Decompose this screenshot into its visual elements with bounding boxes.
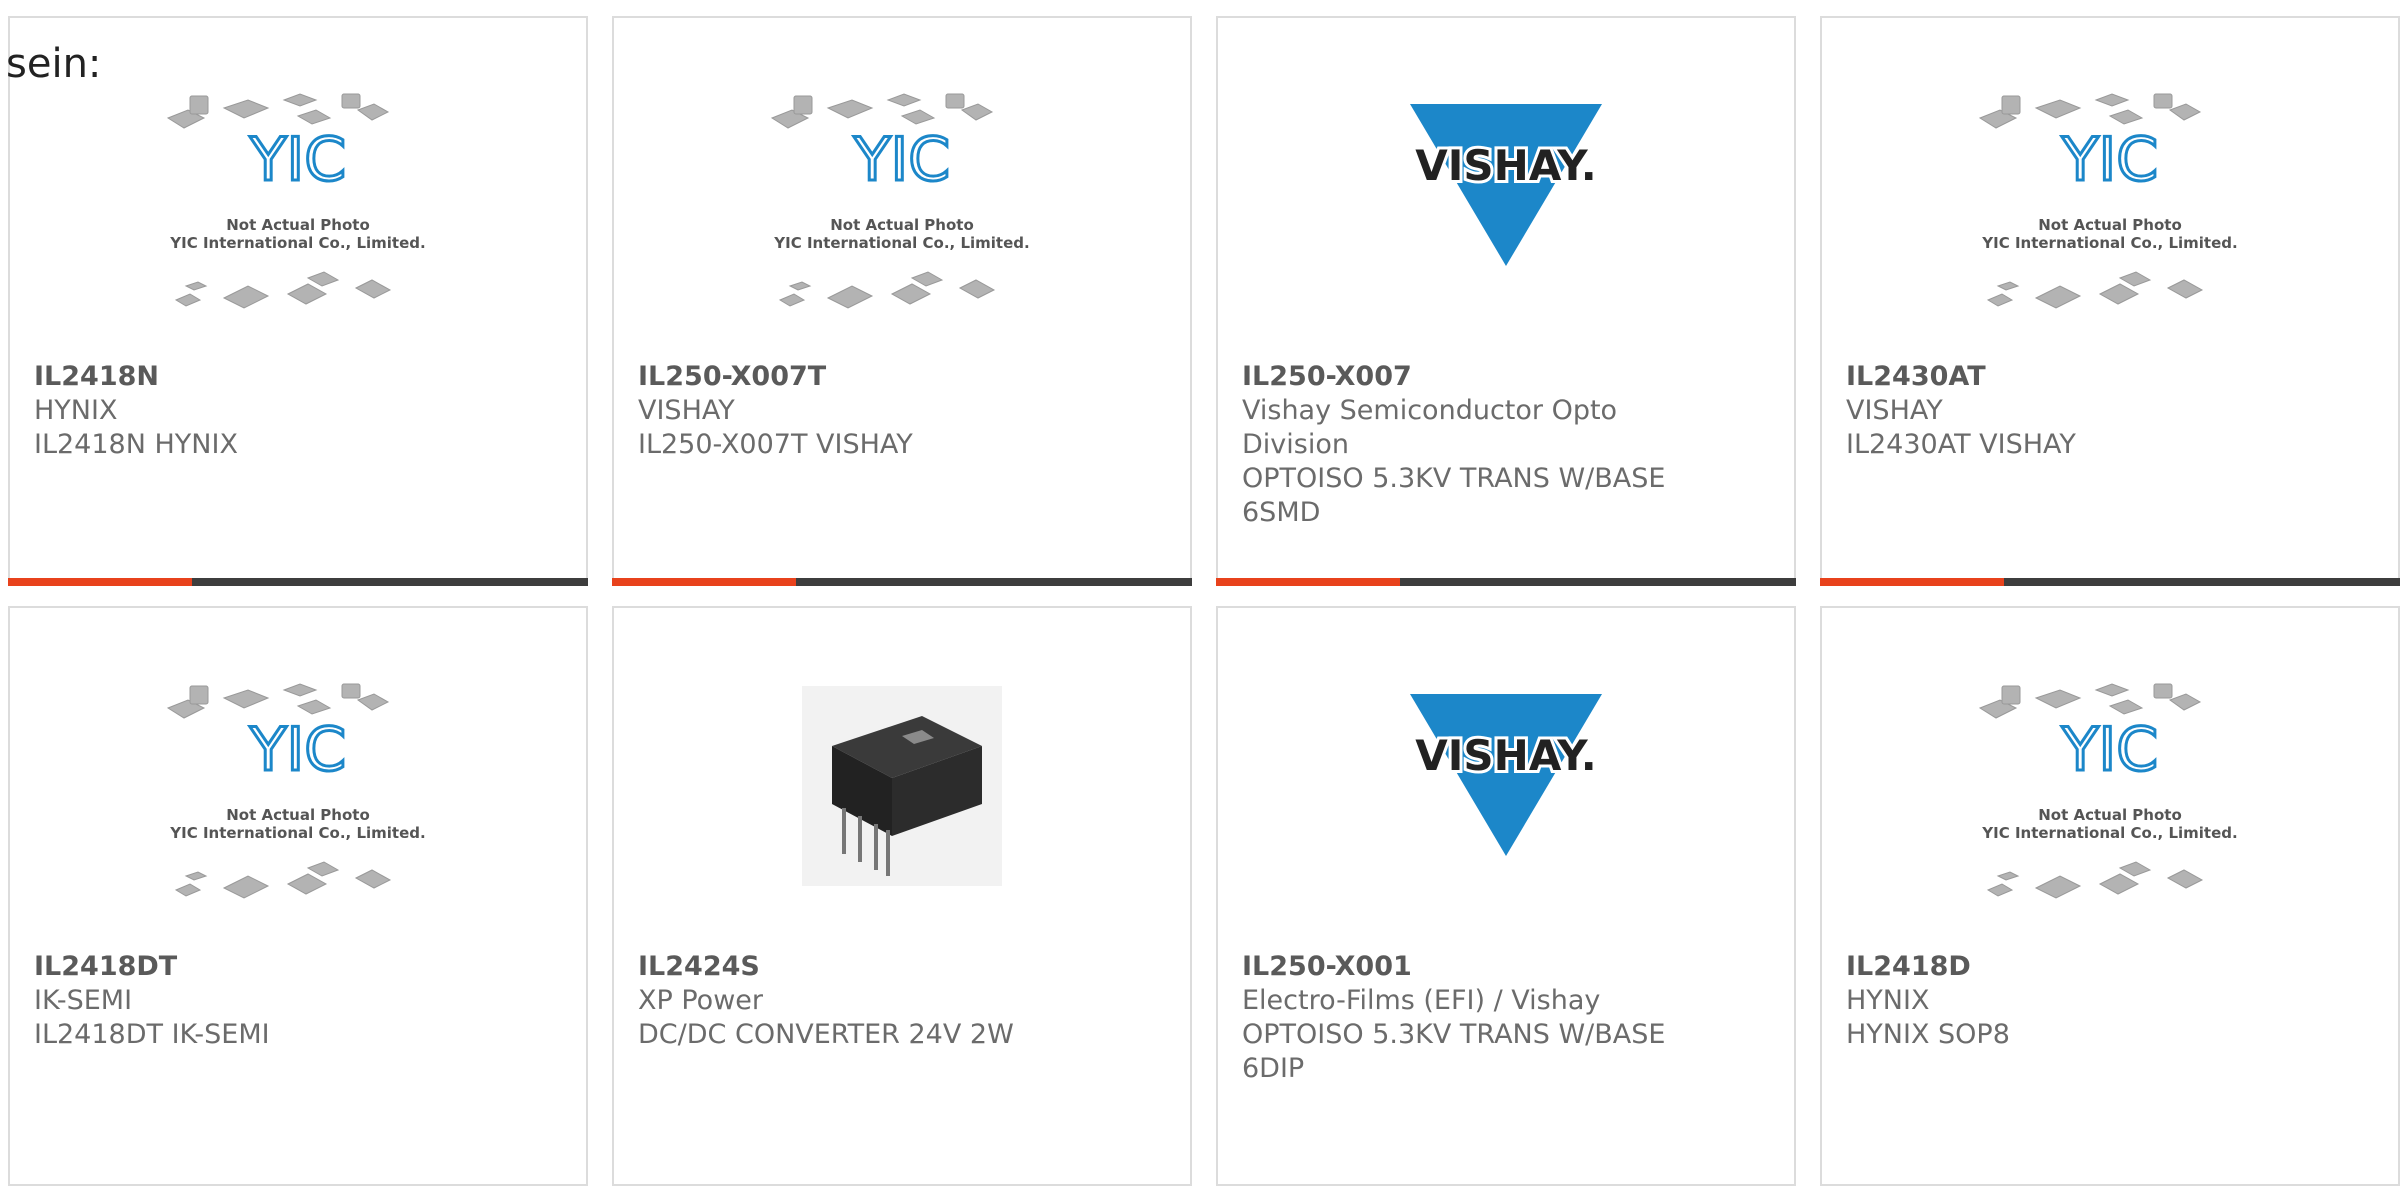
svg-text:YIC: YIC [2061,715,2158,785]
description: IL2418N HYNIX [34,429,238,460]
manufacturer: IK-SEMI [34,985,133,1016]
svg-text:VISHAY.: VISHAY. [1415,731,1596,780]
product-image: VISHAY. [1218,678,1794,958]
svg-text:Not Actual Photo: Not Actual Photo [226,806,370,824]
product-image: YIC Not Actual Photo YIC International C… [10,88,586,368]
product-image: YIC Not Actual Photo YIC International C… [10,678,586,958]
card-bar-accent [612,578,796,586]
manufacturer: Electro-Films (EFI) / Vishay [1242,985,1601,1016]
svg-text:Not Actual Photo: Not Actual Photo [226,216,370,234]
card-bar-accent [8,578,192,586]
product-image [614,678,1190,958]
part-number[interactable]: IL2418DT [34,950,562,984]
part-number[interactable]: IL250-X007T [638,360,1166,394]
svg-text:YIC International Co., Limited: YIC International Co., Limited. [169,234,425,252]
svg-text:YIC International Co., Limited: YIC International Co., Limited. [1981,824,2237,842]
yic-placeholder-icon: YIC Not Actual Photo YIC International C… [1978,93,2238,309]
description: OPTOISO 5.3KV TRANS W/BASE 6SMD [1242,463,1666,528]
product-card[interactable]: YIC Not Actual Photo YIC International C… [612,16,1192,586]
manufacturer: XP Power [638,985,763,1016]
product-image: YIC Not Actual Photo YIC International C… [1822,88,2398,368]
product-meta: IL2418DT IK-SEMI IL2418DT IK-SEMI [34,950,562,1052]
svg-text:YIC International Co., Limited: YIC International Co., Limited. [1981,234,2237,252]
part-number[interactable]: IL250-X007 [1242,360,1770,394]
description: IL250-X007T VISHAY [638,429,913,460]
description: IL2418DT IK-SEMI [34,1019,270,1050]
manufacturer: VISHAY [1846,395,1943,426]
svg-text:YIC: YIC [853,125,950,195]
card-bar [8,578,588,586]
description: HYNIX SOP8 [1846,1019,2010,1050]
product-meta: IL2418D HYNIX HYNIX SOP8 [1846,950,2374,1052]
part-number[interactable]: IL2418N [34,360,562,394]
yic-placeholder-icon: YIC Not Actual Photo YIC International C… [166,93,426,309]
manufacturer: Vishay Semiconductor Opto Division [1242,395,1618,460]
description: DC/DC CONVERTER 24V 2W [638,1019,1014,1050]
product-image: VISHAY. [1218,88,1794,368]
part-number[interactable]: IL2418D [1846,950,2374,984]
vishay-logo-icon: VISHAY. [1410,694,1602,856]
yic-placeholder-icon: YIC Not Actual Photo YIC International C… [1978,683,2238,899]
product-card[interactable]: VISHAY. IL250-X001 Electro-Films (EFI) /… [1216,606,1796,1186]
svg-text:YIC: YIC [2061,125,2158,195]
svg-text:Not Actual Photo: Not Actual Photo [830,216,974,234]
card-bar [1216,578,1796,586]
svg-text:YIC: YIC [249,125,346,195]
product-meta: IL250-X007 Vishay Semiconductor Opto Div… [1242,360,1770,530]
svg-text:Not Actual Photo: Not Actual Photo [2038,806,2182,824]
card-bar [1820,578,2400,586]
svg-text:YIC International Co., Limited: YIC International Co., Limited. [773,234,1029,252]
yic-placeholder-icon: YIC Not Actual Photo YIC International C… [166,683,426,899]
product-image: YIC Not Actual Photo YIC International C… [1822,678,2398,958]
product-card[interactable]: IL2424S XP Power DC/DC CONVERTER 24V 2W [612,606,1192,1186]
card-bar [612,578,1192,586]
card-bar-accent [1216,578,1400,586]
card-bar-accent [1820,578,2004,586]
product-meta: IL250-X001 Electro-Films (EFI) / Vishay … [1242,950,1770,1086]
product-meta: IL2430AT VISHAY IL2430AT VISHAY [1846,360,2374,462]
description: OPTOISO 5.3KV TRANS W/BASE 6DIP [1242,1019,1666,1084]
product-meta: IL2418N HYNIX IL2418N HYNIX [34,360,562,462]
description: IL2430AT VISHAY [1846,429,2076,460]
product-card[interactable]: YIC Not Actual Photo YIC International C… [1820,606,2400,1186]
product-card[interactable]: VISHAY. IL250-X007 Vishay Semiconductor … [1216,16,1796,586]
product-image: YIC Not Actual Photo YIC International C… [614,88,1190,368]
product-grid: YIC Not Actual Photo YIC International C… [0,0,2400,1186]
svg-text:Not Actual Photo: Not Actual Photo [2038,216,2182,234]
vishay-logo-icon: VISHAY. [1410,104,1602,266]
product-card[interactable]: YIC Not Actual Photo YIC International C… [1820,16,2400,586]
product-card[interactable]: YIC Not Actual Photo YIC International C… [8,16,588,586]
yic-placeholder-icon: YIC Not Actual Photo YIC International C… [770,93,1030,309]
part-number[interactable]: IL2430AT [1846,360,2374,394]
svg-text:VISHAY.: VISHAY. [1415,141,1596,190]
part-number[interactable]: IL2424S [638,950,1166,984]
part-number[interactable]: IL250-X001 [1242,950,1770,984]
product-meta: IL2424S XP Power DC/DC CONVERTER 24V 2W [638,950,1166,1052]
dc-converter-module-icon [802,686,1002,886]
svg-text:YIC: YIC [249,715,346,785]
manufacturer: VISHAY [638,395,735,426]
manufacturer: HYNIX [34,395,118,426]
product-meta: IL250-X007T VISHAY IL250-X007T VISHAY [638,360,1166,462]
svg-text:YIC International Co., Limited: YIC International Co., Limited. [169,824,425,842]
intro-text: sein: [6,41,102,87]
manufacturer: HYNIX [1846,985,1930,1016]
product-card[interactable]: YIC Not Actual Photo YIC International C… [8,606,588,1186]
